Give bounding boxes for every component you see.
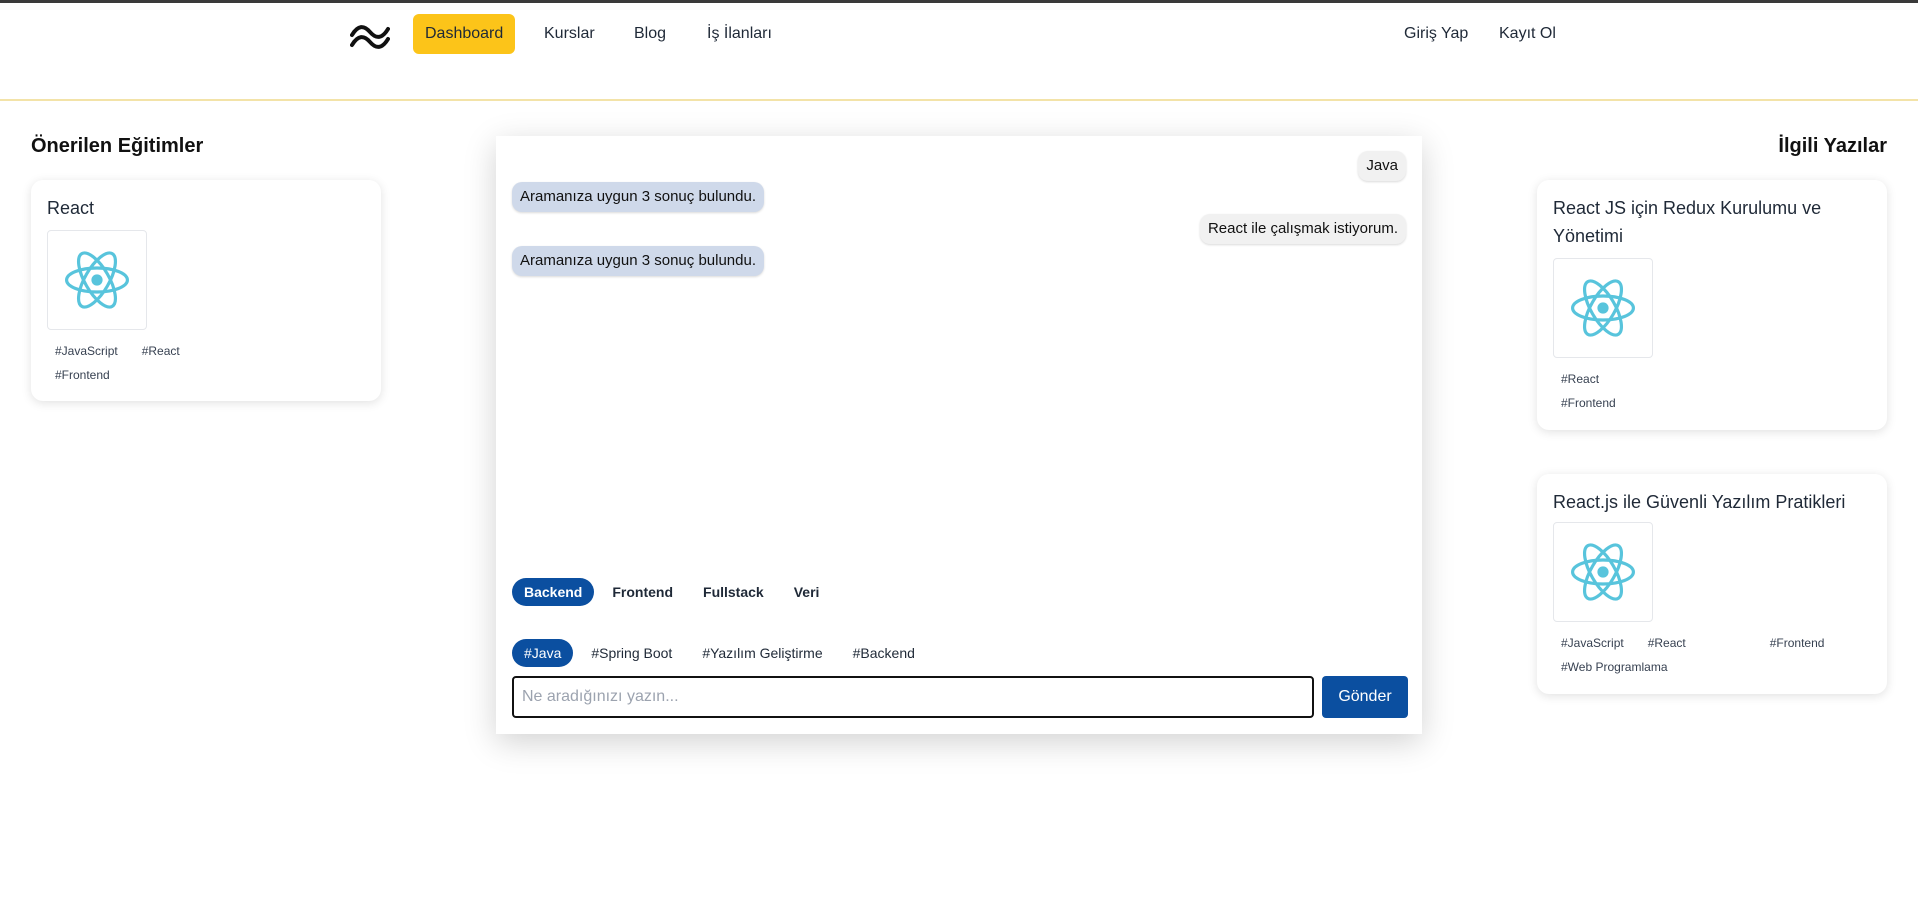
post-card[interactable]: React JS için Redux Kurulumu ve Yönetimi… [1537, 180, 1887, 430]
tag[interactable]: #Frontend [1770, 634, 1825, 652]
react-icon [1553, 258, 1653, 358]
category-backend[interactable]: Backend [512, 578, 595, 606]
tag[interactable]: #React [1561, 370, 1853, 388]
chat-panel: Java Aramanıza uygun 3 sonuç bulundu. Re… [496, 136, 1422, 734]
tag-yazilim-gelistirme[interactable]: #Yazılım Geliştirme [690, 639, 834, 667]
tailwind-wave-icon[interactable] [350, 23, 390, 51]
card-title: React.js ile Güvenli Yazılım Pratikleri [1553, 492, 1846, 512]
tag-filters: #Java #Spring Boot #Yazılım Geliştirme #… [512, 639, 927, 667]
bot-message: Aramanıza uygun 3 sonuç bulundu. [512, 182, 764, 212]
nav-is-ilanlari[interactable]: İş İlanları [695, 14, 784, 54]
related-posts-title: İlgili Yazılar [1778, 135, 1887, 157]
tag-backend[interactable]: #Backend [841, 639, 927, 667]
tag[interactable]: #React [1648, 634, 1686, 652]
login-link[interactable]: Giriş Yap [1392, 14, 1480, 54]
recommended-courses-title: Önerilen Eğitimler [31, 135, 204, 157]
card-title: React [47, 198, 95, 218]
course-card[interactable]: React #JavaScript #React #Frontend [31, 180, 381, 401]
send-button[interactable]: Gönder [1322, 676, 1408, 718]
tag-list: #JavaScript #React #Frontend [47, 342, 347, 384]
bot-message: Aramanıza uygun 3 sonuç bulundu. [512, 246, 764, 276]
react-icon [1553, 522, 1653, 622]
tag-spring-boot[interactable]: #Spring Boot [579, 639, 684, 667]
tag[interactable]: #JavaScript [1561, 634, 1624, 652]
user-message: React ile çalışmak istiyorum. [1199, 214, 1406, 244]
tag[interactable]: #JavaScript [55, 342, 118, 360]
react-icon [47, 230, 147, 330]
category-veri[interactable]: Veri [782, 578, 832, 606]
card-title: React JS için Redux Kurulumu ve Yönetimi [1553, 198, 1822, 246]
tag[interactable]: #Web Programlama [1561, 658, 1668, 676]
category-fullstack[interactable]: Fullstack [691, 578, 776, 606]
user-message: Java [1358, 151, 1406, 181]
search-input[interactable] [512, 676, 1314, 718]
tag[interactable]: #React [142, 342, 180, 360]
tag-list: #JavaScript #React #Frontend #Web Progra… [1553, 634, 1853, 676]
post-card[interactable]: React.js ile Güvenli Yazılım Pratikleri … [1537, 474, 1887, 694]
category-frontend[interactable]: Frontend [600, 578, 685, 606]
category-filters: Backend Frontend Fullstack Veri [512, 578, 831, 606]
nav-blog[interactable]: Blog [622, 14, 678, 54]
nav-dashboard[interactable]: Dashboard [413, 14, 516, 54]
tag-java[interactable]: #Java [512, 639, 574, 667]
navbar: Dashboard Kurslar Blog İş İlanları Giriş… [0, 3, 1918, 101]
tag[interactable]: #Frontend [55, 366, 347, 384]
nav-kurslar[interactable]: Kurslar [532, 14, 607, 54]
register-link[interactable]: Kayıt Ol [1487, 14, 1568, 54]
tag-list: #React #Frontend [1553, 370, 1853, 412]
tag[interactable]: #Frontend [1561, 394, 1853, 412]
